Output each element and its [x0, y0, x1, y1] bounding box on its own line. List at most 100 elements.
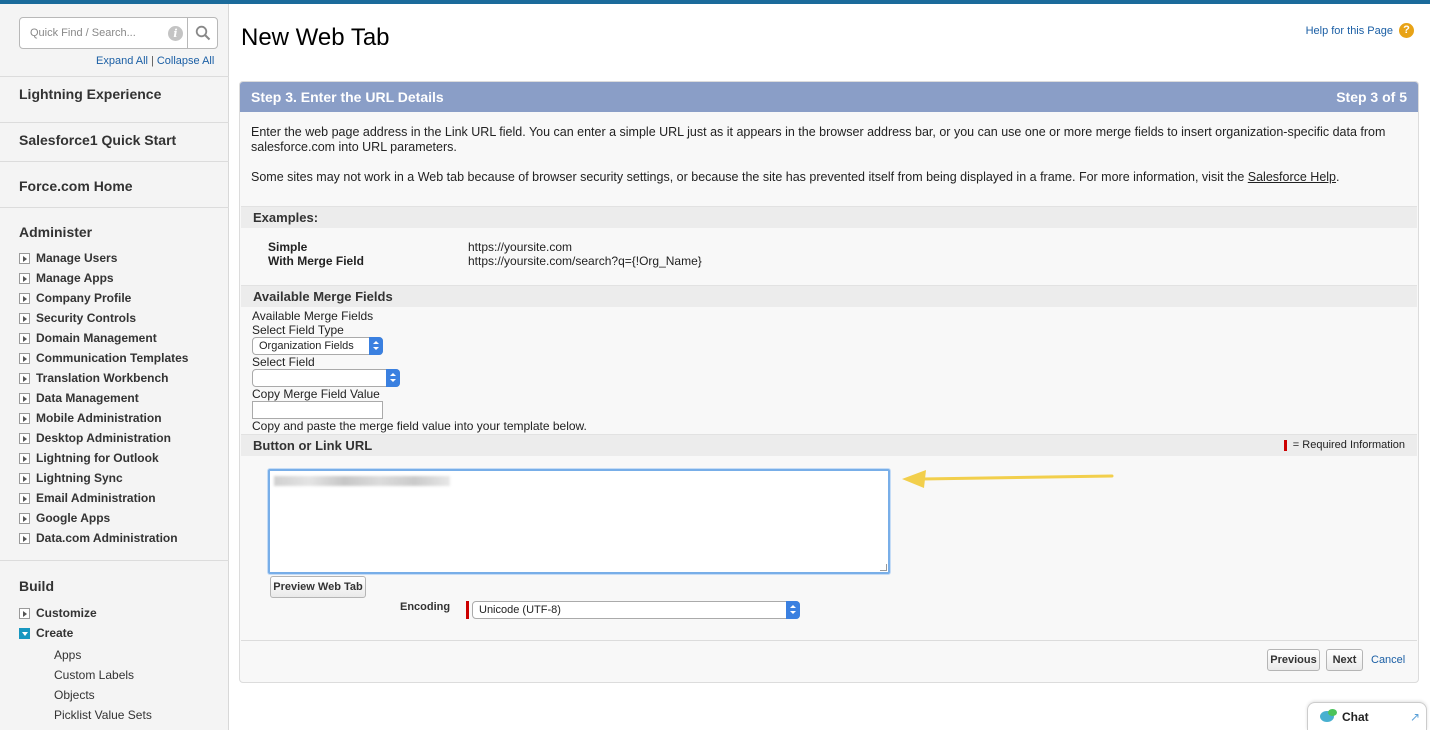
expand-collapse-links: Expand All | Collapse All — [96, 55, 214, 67]
sidebar-item-security-controls[interactable]: Security Controls — [19, 310, 136, 326]
encoding-select[interactable]: Unicode (UTF-8) — [472, 601, 800, 619]
quick-find-box: i — [19, 17, 218, 49]
section-title: Examples: — [253, 210, 319, 225]
sidebar-item-translation-workbench[interactable]: Translation Workbench — [19, 370, 168, 386]
sidebar-subitem-apps[interactable]: Apps — [54, 648, 81, 662]
sidebar-item-email-administration[interactable]: Email Administration — [19, 490, 156, 506]
sidebar-subitem-custom-labels[interactable]: Custom Labels — [54, 668, 134, 682]
field-type-label: Select Field Type — [252, 323, 344, 337]
sidebar-subitem-objects[interactable]: Objects — [54, 688, 95, 702]
expand-triangle-icon — [19, 352, 30, 364]
sidebar-item-label: Create — [36, 626, 74, 640]
help-icon: ? — [1399, 23, 1414, 38]
expand-triangle-icon — [19, 312, 30, 324]
merge-fields-label: Available Merge Fields — [252, 309, 374, 323]
resize-grip-icon[interactable] — [880, 564, 887, 571]
sidebar-item-communication-templates[interactable]: Communication Templates — [19, 350, 188, 366]
expand-triangle-icon — [19, 472, 30, 484]
section-title: Button or Link URL — [253, 438, 373, 453]
setup-sidebar: i Expand All|Collapse All Lightning Expe… — [0, 4, 229, 730]
sidebar-item-label: Google Apps — [36, 511, 111, 525]
quick-find-input[interactable] — [21, 19, 181, 47]
search-button[interactable] — [187, 18, 217, 48]
url-textarea[interactable] — [268, 469, 890, 574]
help-for-page-link[interactable]: Help for this Page ? — [1306, 23, 1414, 38]
sidebar-item-create[interactable]: Create — [19, 625, 73, 641]
chat-label: Chat — [1342, 710, 1369, 724]
example-value-simple: https://yoursite.com — [468, 240, 573, 254]
examples-section-header: Examples: — [241, 206, 1417, 228]
collapse-triangle-icon — [19, 627, 30, 639]
encoding-field: Unicode (UTF-8) — [466, 601, 800, 619]
required-marker — [1283, 439, 1287, 451]
sidebar-item-data-management[interactable]: Data Management — [19, 390, 139, 406]
sidebar-item-manage-apps[interactable]: Manage Apps — [19, 270, 114, 286]
encoding-label: Encoding — [400, 601, 451, 613]
help-link-label: Help for this Page — [1305, 24, 1393, 37]
sidebar-section-force-home[interactable]: Force.com Home — [0, 161, 229, 207]
copy-merge-field-input[interactable] — [252, 401, 383, 419]
sidebar-section-build: Build — [0, 560, 229, 730]
sidebar-item-manage-users[interactable]: Manage Users — [19, 250, 117, 266]
sidebar-item-label: Desktop Administration — [36, 431, 171, 445]
expand-triangle-icon — [19, 292, 30, 304]
sidebar-item-label: Data Management — [36, 391, 139, 405]
copy-merge-hint: Copy and paste the merge field value int… — [252, 419, 587, 433]
intro-paragraph: Enter the web page address in the Link U… — [251, 125, 1386, 154]
sidebar-item-label: Manage Apps — [36, 271, 114, 285]
sidebar-item-datacom-administration[interactable]: Data.com Administration — [19, 530, 178, 546]
expand-triangle-icon — [19, 492, 30, 504]
step-label: Step 3. Enter the URL Details — [251, 89, 444, 105]
expand-triangle-icon — [19, 432, 30, 444]
sidebar-item-label: Mobile Administration — [36, 411, 162, 425]
note-text-end: . — [1336, 170, 1340, 184]
collapse-all-link[interactable]: Collapse All — [157, 55, 214, 67]
search-icon — [195, 25, 211, 41]
sidebar-item-label: Email Administration — [36, 491, 156, 505]
select-value: Unicode (UTF-8) — [479, 604, 561, 616]
url-section-header: Button or Link URL = Required Informatio… — [241, 434, 1417, 456]
step-counter: Step 3 of 5 — [1336, 89, 1407, 105]
sidebar-section-label: Salesforce1 Quick Start — [19, 132, 177, 148]
info-icon[interactable]: i — [168, 26, 183, 41]
select-arrows-icon — [386, 369, 400, 387]
sidebar-section-lightning[interactable]: Lightning Experience — [0, 76, 229, 122]
next-button[interactable]: Next — [1326, 649, 1363, 671]
merge-fields-section-header: Available Merge Fields — [241, 285, 1417, 307]
select-field-dropdown[interactable] — [252, 369, 400, 387]
cancel-link[interactable]: Cancel — [1371, 654, 1405, 666]
sidebar-item-domain-management[interactable]: Domain Management — [19, 330, 157, 346]
expand-triangle-icon — [19, 607, 30, 619]
sidebar-item-customize[interactable]: Customize — [19, 605, 97, 621]
example-label-simple: Simple — [268, 240, 308, 254]
preview-web-tab-button[interactable]: Preview Web Tab — [270, 576, 366, 598]
expand-triangle-icon — [19, 532, 30, 544]
expand-triangle-icon — [19, 452, 30, 464]
sidebar-item-lightning-sync[interactable]: Lightning Sync — [19, 470, 123, 486]
wizard-panel: Step 3. Enter the URL Details Step 3 of … — [239, 81, 1419, 683]
sidebar-item-lightning-for-outlook[interactable]: Lightning for Outlook — [19, 450, 159, 466]
sidebar-item-label: Translation Workbench — [36, 371, 169, 385]
step-header: Step 3. Enter the URL Details Step 3 of … — [240, 82, 1418, 112]
sidebar-item-label: Communication Templates — [36, 351, 189, 365]
example-label-merge: With Merge Field — [268, 254, 364, 268]
expand-triangle-icon — [19, 512, 30, 524]
sidebar-item-mobile-administration[interactable]: Mobile Administration — [19, 410, 162, 426]
link-separator: | — [150, 55, 154, 67]
select-field-label: Select Field — [252, 355, 315, 369]
sidebar-subitem-picklist-value-sets[interactable]: Picklist Value Sets — [54, 708, 152, 722]
sidebar-item-google-apps[interactable]: Google Apps — [19, 510, 110, 526]
expand-triangle-icon — [19, 372, 30, 384]
sidebar-item-label: Lightning Sync — [36, 471, 123, 485]
previous-button[interactable]: Previous — [1267, 649, 1320, 671]
sidebar-item-label: Security Controls — [36, 311, 137, 325]
salesforce-help-link[interactable]: Salesforce Help — [1248, 170, 1336, 184]
required-legend: = Required Information — [1283, 439, 1405, 451]
chat-widget[interactable]: Chat ↗ — [1307, 702, 1427, 730]
sidebar-item-label: Data.com Administration — [36, 531, 178, 545]
sidebar-item-company-profile[interactable]: Company Profile — [19, 290, 131, 306]
sidebar-item-desktop-administration[interactable]: Desktop Administration — [19, 430, 171, 446]
field-type-select[interactable]: Organization Fields — [252, 337, 383, 355]
intro-security-note: Some sites may not work in a Web tab bec… — [251, 170, 1411, 185]
expand-all-link[interactable]: Expand All — [96, 55, 148, 67]
